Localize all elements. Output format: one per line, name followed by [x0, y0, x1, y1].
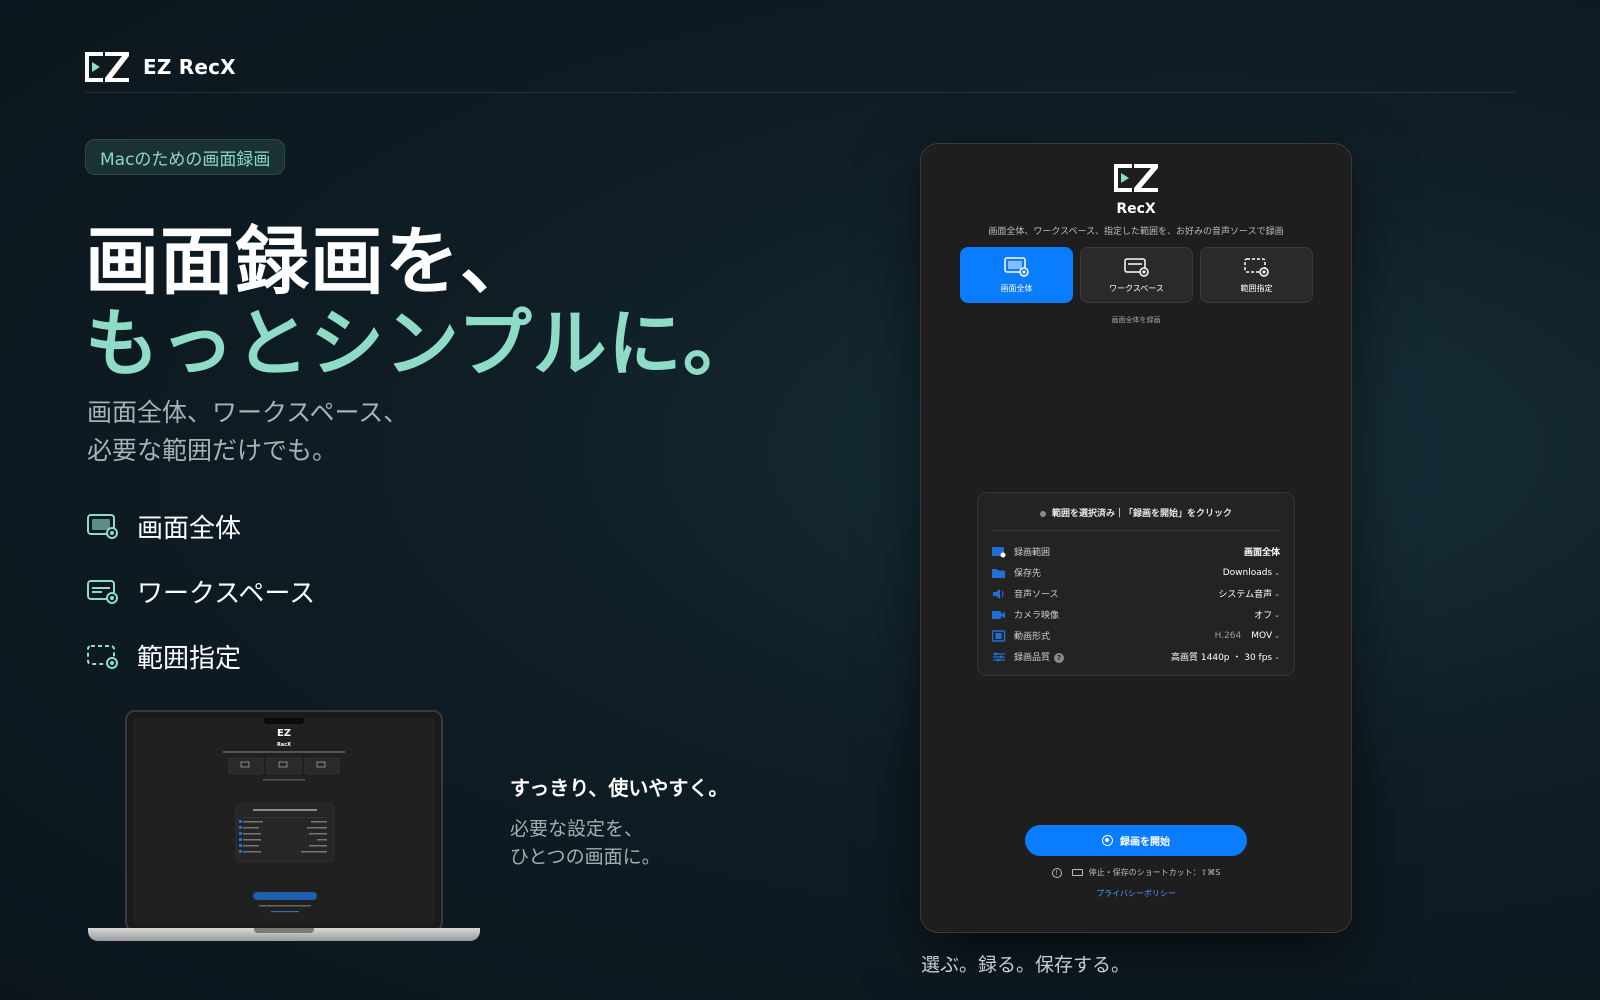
feature-list: 画面全体 ワークスペース 範囲指定 — [87, 507, 315, 702]
info-icon: ! — [1051, 868, 1062, 878]
region-icon — [1243, 257, 1269, 277]
setting-row-quality[interactable]: 録画品質? 高画質 1440p ・ 30 fps ⌄ — [992, 646, 1280, 667]
film-icon — [992, 629, 1006, 642]
shortcut-hint: ! 停止・保存のショートカット：⇧⌘S — [921, 867, 1351, 878]
setting-value[interactable]: オフ — [1254, 608, 1272, 621]
ez-logo-icon — [85, 52, 129, 82]
laptop-mockup: EZ RecX — [88, 710, 480, 945]
side-caption-line-2: ひとつの画面に。 — [510, 846, 661, 868]
setting-row-save-location[interactable]: 保存先 Downloads ⌄ — [992, 562, 1280, 583]
setting-value[interactable]: Downloads — [1223, 568, 1272, 578]
mac-tag: Macのための画面録画 — [85, 139, 286, 175]
side-caption-line-1: 必要な設定を、 — [510, 818, 644, 840]
laptop-lid: EZ RecX — [125, 710, 443, 932]
status-dot — [1039, 510, 1046, 517]
app-logo-icon — [1114, 164, 1158, 192]
mini-app-preview: EZ RecX — [223, 728, 345, 913]
region-icon — [87, 645, 118, 669]
record-icon — [1102, 835, 1113, 846]
setting-label: 音声ソース — [1014, 590, 1059, 600]
mode-selector: 画面全体 ワークスペース 範囲指定 — [960, 247, 1313, 303]
subtitle-line-1: 画面全体、ワークスペース、 — [87, 398, 409, 427]
subtitle-line-2: 必要な範囲だけでも。 — [87, 436, 338, 465]
app-window: RecX 画面全体、ワークスペース、指定した範囲を、お好みの音声ソースで録画 画… — [920, 143, 1352, 933]
feature-full-screen: 画面全体 — [87, 507, 315, 545]
setting-value: 画面全体 — [1243, 548, 1280, 558]
setting-value[interactable]: MOV — [1251, 631, 1272, 641]
camera-icon — [992, 610, 1005, 619]
app-description: 画面全体、ワークスペース、指定した範囲を、お好みの音声ソースで録画 — [988, 227, 1284, 237]
mode-workspace-button[interactable]: ワークスペース — [1080, 247, 1193, 303]
hero-subtitle: 画面全体、ワークスペース、 必要な範囲だけでも。 — [87, 394, 408, 470]
mode-caption: 画面全体を録画 — [1111, 316, 1161, 324]
mode-label: 範囲指定 — [1240, 283, 1273, 293]
setting-label: 動画形式 — [1014, 632, 1051, 642]
feature-label: 画面全体 — [137, 513, 242, 544]
chevron-down-icon: ⌄ — [1274, 568, 1280, 577]
panel-divider — [994, 530, 1278, 531]
start-recording-button[interactable]: 録画を開始 — [1025, 825, 1247, 856]
hero-line-2: もっとシンプルに。 — [85, 301, 758, 387]
status-label: 範囲を選択済み｜「録画を開始」をクリック — [1051, 509, 1232, 519]
setting-label: 録画品質? — [1014, 650, 1171, 663]
setting-row-format[interactable]: 動画形式 H.264 MOV ⌄ — [992, 625, 1280, 646]
setting-label: カメラ映像 — [1014, 611, 1060, 621]
svg-text:EZ: EZ — [277, 728, 291, 739]
setting-value[interactable]: 高画質 1440p ・ 30 fps — [1171, 650, 1272, 663]
speaker-icon — [993, 588, 1004, 599]
setting-row-camera[interactable]: カメラ映像 オフ ⌄ — [992, 604, 1280, 625]
sliders-icon — [993, 652, 1005, 661]
folder-icon — [992, 568, 1005, 578]
mode-label: ワークスペース — [1109, 283, 1164, 293]
settings-panel: 範囲を選択済み｜「録画を開始」をクリック 録画範囲 画面全体 保存先 Downl… — [977, 492, 1295, 676]
feature-region: 範囲指定 — [87, 637, 315, 675]
feature-label: ワークスペース — [137, 578, 316, 609]
setting-label: 録画範囲 — [1014, 548, 1051, 558]
setting-label: 保存先 — [1014, 569, 1042, 579]
full-screen-icon — [87, 514, 118, 539]
header-divider — [85, 92, 1515, 93]
setting-value[interactable]: システム音声 — [1218, 587, 1272, 600]
header: EZ RecX — [85, 50, 236, 84]
settings-rows: 録画範囲 画面全体 保存先 Downloads ⌄ 音声ソース システム音声 ⌄ カ… — [992, 541, 1280, 667]
chevron-down-icon: ⌄ — [1274, 652, 1280, 661]
workspace-icon — [87, 580, 118, 604]
mode-region-button[interactable]: 範囲指定 — [1200, 247, 1313, 303]
shortcut-text: 停止・保存のショートカット：⇧⌘S — [1088, 868, 1221, 877]
laptop-base-notch — [254, 928, 314, 933]
side-caption-desc: 必要な設定を、 ひとつの画面に。 — [510, 815, 728, 871]
side-caption: すっきり、使いやすく。 必要な設定を、 ひとつの画面に。 — [510, 772, 728, 871]
feature-label: 範囲指定 — [137, 643, 242, 674]
app-caption: 選ぶ。録る。保存する。 — [921, 954, 1131, 976]
full-screen-icon — [1003, 256, 1029, 277]
privacy-policy-link[interactable]: プライバシーポリシー — [921, 888, 1351, 899]
chevron-down-icon: ⌄ — [1274, 610, 1280, 619]
chevron-down-icon: ⌄ — [1274, 631, 1280, 640]
side-caption-title: すっきり、使いやすく。 — [510, 776, 729, 800]
setting-row-range: 録画範囲 画面全体 — [992, 541, 1280, 562]
mode-full-screen-button[interactable]: 画面全体 — [960, 247, 1073, 303]
setting-row-audio-source[interactable]: 音声ソース システム音声 ⌄ — [992, 583, 1280, 604]
setting-codec: H.264 — [1214, 630, 1242, 641]
feature-workspace: ワークスペース — [87, 572, 315, 610]
range-icon — [992, 546, 1006, 557]
workspace-icon — [1123, 257, 1149, 277]
quality-label: 録画品質 — [1014, 653, 1051, 663]
laptop-screen: EZ RecX — [133, 718, 435, 924]
svg-text:RecX: RecX — [277, 742, 291, 748]
status-text: 範囲を選択済み｜「録画を開始」をクリック — [978, 506, 1294, 519]
chevron-down-icon: ⌄ — [1274, 589, 1280, 598]
mode-label: 画面全体 — [1000, 283, 1033, 293]
brand-name: EZ RecX — [143, 55, 236, 79]
record-button-label: 録画を開始 — [1120, 837, 1170, 848]
keyboard-icon — [1071, 869, 1083, 876]
app-title: RecX — [1116, 201, 1156, 217]
help-icon[interactable]: ? — [1054, 653, 1065, 663]
